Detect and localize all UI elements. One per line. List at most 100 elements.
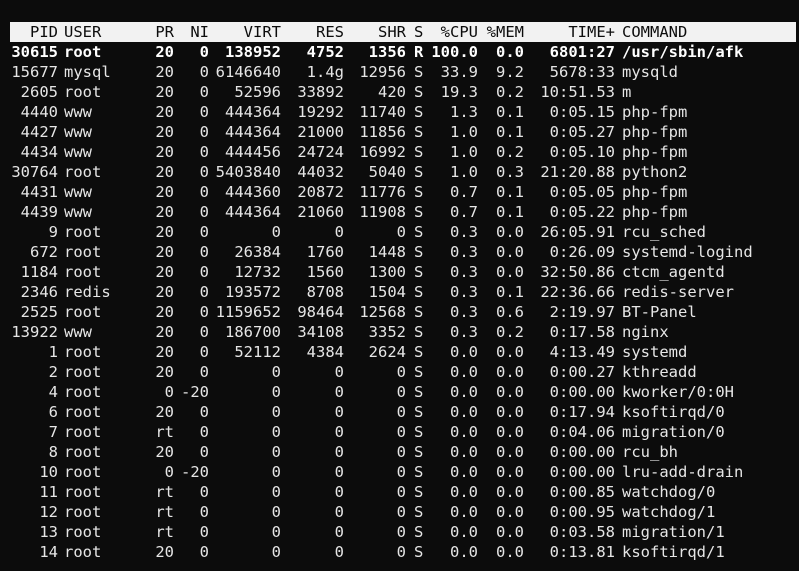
command-cell: watchdog/0 <box>622 483 716 501</box>
pid-cell: 8 <box>48 443 58 461</box>
mem-cell: 0.0 <box>496 443 524 461</box>
nice-cell: 0 <box>199 363 209 381</box>
pid-cell: 15677 <box>11 63 58 81</box>
mem-cell: 0.0 <box>496 503 524 521</box>
priority-cell: rt <box>155 483 174 501</box>
time-cell: 0:00.27 <box>549 363 615 381</box>
pid-cell: 2 <box>48 363 58 381</box>
cpu-cell: 0.0 <box>450 543 478 561</box>
time-cell: 0:05.15 <box>549 103 615 121</box>
time-cell: 0:05.05 <box>549 183 615 201</box>
command-cell: php-fpm <box>622 123 688 141</box>
priority-cell: 20 <box>155 443 174 461</box>
terminal-window[interactable]: PID USER PR NI VIRT RES SHR S %CPU %MEM … <box>0 0 799 571</box>
nice-cell: 0 <box>199 423 209 441</box>
command-cell: rcu_sched <box>622 223 706 241</box>
mem-cell: 0.0 <box>496 523 524 541</box>
nice-cell: 0 <box>199 323 209 341</box>
command-cell: BT-Panel <box>622 303 697 321</box>
priority-cell: 20 <box>155 103 174 121</box>
command-cell: kworker/0:0H <box>622 383 734 401</box>
shr-cell: 1504 <box>368 283 406 301</box>
nice-cell: 0 <box>199 523 209 541</box>
res-cell: 0 <box>334 383 344 401</box>
priority-cell: 20 <box>155 203 174 221</box>
process-row: 2525 root 20 0 1159652 98464 12568 S 0.3 0.6 2:19.… <box>0 302 799 322</box>
command-cell: python2 <box>622 163 688 181</box>
virt-cell: 0 <box>271 363 281 381</box>
time-cell: 26:05.91 <box>540 223 615 241</box>
nice-cell: 0 <box>199 243 209 261</box>
state-cell: S <box>414 283 424 301</box>
command-cell: systemd <box>622 343 688 361</box>
user-cell: root <box>64 303 102 321</box>
shr-cell: 11740 <box>359 103 406 121</box>
time-cell: 0:03.58 <box>549 523 615 541</box>
pid-cell: 11 <box>39 483 58 501</box>
user-cell: redis <box>64 283 111 301</box>
command-cell: systemd-logind <box>622 243 753 261</box>
shr-cell: 0 <box>396 503 406 521</box>
shr-cell: 3352 <box>368 323 406 341</box>
res-cell: 44032 <box>297 163 344 181</box>
column-header-pr: PR <box>155 23 174 41</box>
user-cell: root <box>64 523 102 541</box>
process-row: 672 root 20 0 26384 1760 1448 S 0.3 0.0 0:26.09 sys… <box>0 242 799 262</box>
virt-cell: 0 <box>271 443 281 461</box>
user-cell: root <box>64 43 102 61</box>
state-cell: S <box>414 243 424 261</box>
column-header-cpu: %CPU <box>440 23 478 41</box>
shr-cell: 0 <box>396 363 406 381</box>
priority-cell: 20 <box>155 83 174 101</box>
state-cell: S <box>414 103 424 121</box>
nice-cell: 0 <box>199 263 209 281</box>
res-cell: 4384 <box>306 343 344 361</box>
priority-cell: 20 <box>155 403 174 421</box>
mem-cell: 0.0 <box>496 43 524 61</box>
mem-cell: 0.0 <box>496 223 524 241</box>
process-row: 4427 www 20 0 444364 21000 11856 S 1.0 0.1 0:05.27… <box>0 122 799 142</box>
user-cell: root <box>64 443 102 461</box>
virt-cell: 444364 <box>225 103 281 121</box>
mem-cell: 0.0 <box>496 383 524 401</box>
res-cell: 21000 <box>297 123 344 141</box>
process-row: 4434 www 20 0 444456 24724 16992 S 1.0 0.2 0:05.10… <box>0 142 799 162</box>
command-cell: migration/0 <box>622 423 725 441</box>
process-row: 13922 www 20 0 186700 34108 3352 S 0.3 0.2 0:17.58… <box>0 322 799 342</box>
cpu-cell: 0.0 <box>450 503 478 521</box>
virt-cell: 0 <box>271 523 281 541</box>
virt-cell: 0 <box>271 543 281 561</box>
state-cell: S <box>414 323 424 341</box>
column-header-shr: SHR <box>378 23 406 41</box>
cpu-cell: 0.3 <box>450 243 478 261</box>
virt-cell: 12732 <box>234 263 281 281</box>
mem-cell: 0.0 <box>496 343 524 361</box>
pid-cell: 30764 <box>11 163 58 181</box>
state-cell: S <box>414 483 424 501</box>
column-header-res: RES <box>316 23 344 41</box>
nice-cell: 0 <box>199 303 209 321</box>
virt-cell: 26384 <box>234 243 281 261</box>
shr-cell: 12956 <box>359 63 406 81</box>
mem-cell: 0.1 <box>496 203 524 221</box>
res-cell: 98464 <box>297 303 344 321</box>
clipped-glyph <box>200 0 204 5</box>
state-cell: S <box>414 403 424 421</box>
res-cell: 0 <box>334 523 344 541</box>
state-cell: S <box>414 343 424 361</box>
state-cell: S <box>414 63 424 81</box>
user-cell: root <box>64 163 102 181</box>
priority-cell: 0 <box>164 383 174 401</box>
time-cell: 0:05.22 <box>549 203 615 221</box>
command-cell: php-fpm <box>622 183 688 201</box>
pid-cell: 6 <box>48 403 58 421</box>
user-cell: www <box>64 323 92 341</box>
pid-cell: 4434 <box>20 143 58 161</box>
time-cell: 0:26.09 <box>549 243 615 261</box>
user-cell: mysql <box>64 63 111 81</box>
res-cell: 0 <box>334 403 344 421</box>
process-row: 4440 www 20 0 444364 19292 11740 S 1.3 0.1 0:05.15… <box>0 102 799 122</box>
nice-cell: 0 <box>199 43 209 61</box>
process-row: 13 root rt 0 0 0 0 S 0.0 0.0 0:03.58 migration/1 <box>0 522 799 542</box>
mem-cell: 0.0 <box>496 403 524 421</box>
